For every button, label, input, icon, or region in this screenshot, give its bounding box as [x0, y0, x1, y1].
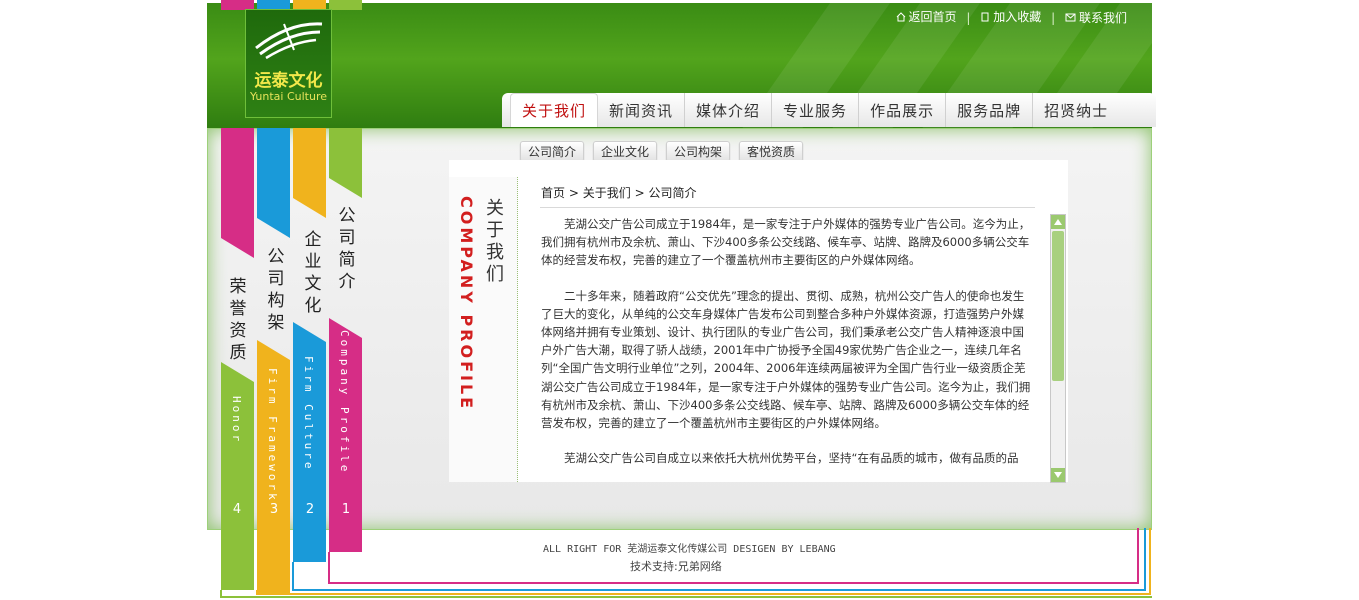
ribbon-framework-en: Firm Framework	[266, 368, 279, 503]
article-scrollbar[interactable]	[1050, 214, 1066, 483]
sub-nav: 公司简介 企业文化 公司构架 客悦资质	[520, 141, 804, 162]
breadcrumb-divider	[540, 207, 1035, 208]
nav-jobs[interactable]: 招贤纳士	[1033, 93, 1119, 127]
scroll-thumb[interactable]	[1052, 231, 1064, 381]
ribbon-top-green	[329, 0, 362, 10]
logo-wing-icon	[255, 22, 323, 60]
contact-link[interactable]: 联系我们	[1065, 9, 1127, 26]
home-link-label: 返回首页	[908, 10, 957, 24]
nav-brands-label: 服务品牌	[957, 101, 1022, 120]
toplinks-separator: |	[966, 10, 971, 25]
article-paragraph: 芜湖公交广告公司成立于1984年，是一家专注于户外媒体的强势专业广告公司。迄今为…	[541, 217, 1031, 268]
nav-services[interactable]: 专业服务	[772, 93, 860, 127]
subnav-profile[interactable]: 公司简介	[520, 141, 585, 162]
main-nav: 关于我们 新闻资讯 媒体介绍 专业服务 作品展示 服务品牌 招贤纳士	[502, 93, 1156, 135]
scroll-up-button[interactable]	[1051, 215, 1065, 229]
nav-media-label: 媒体介绍	[696, 101, 761, 120]
home-icon	[896, 11, 905, 21]
article-paragraph: 芜湖公交广告公司自成立以来依托大杭州优势平台，坚持“在有品质的城市，做有品质的品	[564, 451, 1019, 466]
ribbon-profile-num: 1	[341, 502, 351, 517]
nav-works[interactable]: 作品展示	[859, 93, 947, 127]
ribbon-culture-num: 2	[305, 502, 315, 517]
home-link[interactable]: 返回首页	[896, 8, 957, 25]
nav-services-label: 专业服务	[783, 101, 848, 120]
nav-works-label: 作品展示	[870, 101, 935, 120]
footer-line-green	[220, 590, 1152, 598]
nav-jobs-label: 招贤纳士	[1044, 101, 1109, 120]
breadcrumb-separator: >	[568, 186, 579, 200]
side-title-en: COMPANY PROFILE	[457, 196, 476, 412]
subnav-culture[interactable]: 企业文化	[593, 141, 658, 162]
footer-copyright: ALL RIGHT FOR 芜湖运泰文化传媒公司 DESIGEN BY LEBA…	[543, 544, 836, 555]
contact-link-label: 联系我们	[1078, 10, 1127, 25]
side-title-cn: 关于我们	[486, 198, 504, 285]
ribbon-framework-num: 3	[269, 502, 279, 517]
logo-name-cn: 运泰文化	[254, 71, 323, 91]
ribbon-honor-en: Honor	[230, 396, 243, 445]
breadcrumb-section[interactable]: 关于我们	[583, 186, 631, 200]
article-body: 芜湖公交广告公司成立于1984年，是一家专注于户外媒体的强势专业广告公司。迄今为…	[541, 215, 1035, 471]
subnav-framework[interactable]: 公司构架	[666, 141, 731, 162]
logo[interactable]: 运泰文化 Yuntai Culture	[245, 9, 332, 118]
footer-line-pink	[328, 528, 1139, 584]
logo-name-en: Yuntai Culture	[249, 90, 328, 103]
page: 运泰文化 Yuntai Culture 返回首页 | 加入收藏 | 联系我们 关…	[0, 0, 1359, 600]
scroll-down-button[interactable]	[1051, 468, 1065, 482]
arrow-down-icon	[1054, 472, 1062, 478]
toplinks-separator: |	[1051, 10, 1056, 25]
subnav-qualification[interactable]: 客悦资质	[739, 141, 804, 162]
ribbon-culture-en: Firm Culture	[302, 356, 315, 472]
article-paragraph: 二十多年来，随着政府“公交优先”理念的提出、贯彻、成熟，杭州公交广告人的使命也发…	[541, 288, 1031, 431]
ribbon-profile-cn[interactable]: 公司简介	[336, 205, 358, 293]
breadcrumb-home[interactable]: 首页	[541, 186, 565, 200]
mail-icon	[1065, 13, 1076, 21]
ribbon-profile-en: Company Profile	[338, 330, 351, 475]
bookmark-link[interactable]: 加入收藏	[980, 8, 1041, 25]
nav-brands[interactable]: 服务品牌	[946, 93, 1034, 127]
ribbon-framework-cn[interactable]: 公司构架	[265, 246, 287, 334]
nav-about-label: 关于我们	[522, 102, 587, 120]
breadcrumb-separator: >	[634, 186, 645, 200]
nav-news[interactable]: 新闻资讯	[598, 93, 686, 127]
breadcrumb: 首页 > 关于我们 > 公司简介	[541, 184, 696, 201]
arrow-up-icon	[1054, 219, 1062, 225]
ribbon-culture-cn[interactable]: 企业文化	[302, 229, 324, 317]
ribbon-honor-cn[interactable]: 荣誉资质	[227, 276, 249, 364]
nav-about[interactable]: 关于我们	[510, 93, 599, 135]
bookmark-link-label: 加入收藏	[993, 10, 1042, 24]
nav-media[interactable]: 媒体介绍	[685, 93, 773, 127]
nav-news-label: 新闻资讯	[609, 101, 674, 120]
top-links: 返回首页 | 加入收藏 | 联系我们	[896, 8, 1127, 26]
document-icon	[981, 12, 989, 21]
ribbon-honor-num: 4	[232, 502, 242, 517]
breadcrumb-current: 公司简介	[648, 186, 697, 200]
footer-tech-support[interactable]: 技术支持:兄弟网络	[630, 558, 722, 574]
